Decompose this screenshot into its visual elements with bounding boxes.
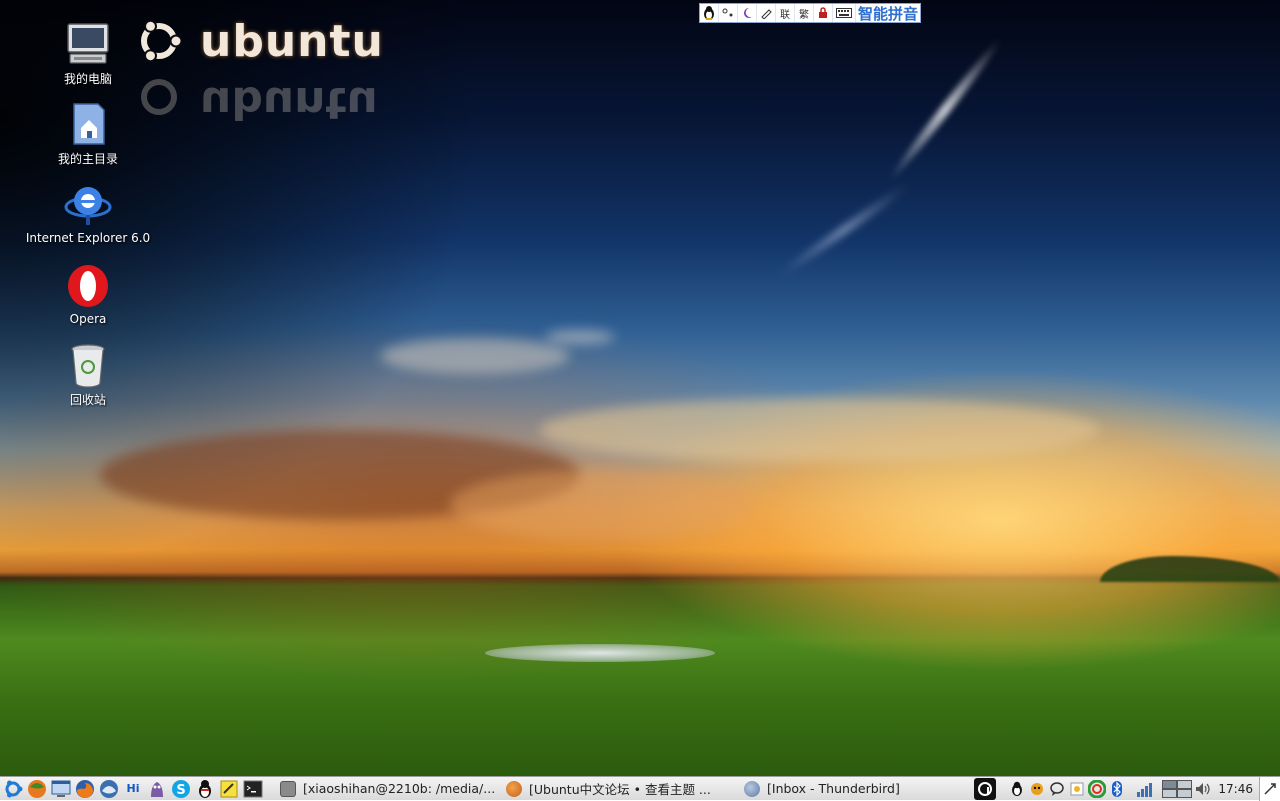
- desktop-wallpaper: ubuntu ubuntu 我的电脑 我的主目录 Internet Explor…: [0, 0, 1280, 776]
- desktop-icon-internet-explorer[interactable]: Internet Explorer 6.0: [13, 181, 163, 245]
- taskbar-window-thunderbird[interactable]: [Inbox - Thunderbird]: [744, 779, 944, 799]
- notes-tray-icon[interactable]: [1068, 780, 1086, 798]
- volume-icon[interactable]: [1194, 780, 1212, 798]
- desktop-icon-label: 回收站: [69, 393, 106, 407]
- firefox-ball-icon[interactable]: [26, 778, 48, 800]
- task-label: [xiaoshihan@2210b: /media/...: [303, 781, 496, 796]
- cloud: [380, 338, 570, 374]
- lock-icon[interactable]: [814, 4, 833, 22]
- cloud-wisp: [776, 180, 912, 280]
- moon-icon[interactable]: [738, 4, 757, 22]
- amarok-icon[interactable]: [974, 778, 997, 800]
- taskbar-window-terminal[interactable]: [xiaoshihan@2210b: /media/...: [280, 779, 498, 799]
- desktop-icon-label: 我的电脑: [63, 72, 112, 86]
- clock[interactable]: 17:46: [1218, 782, 1253, 796]
- signal-icon[interactable]: [1136, 780, 1154, 798]
- svg-text:S: S: [176, 783, 185, 798]
- terminal-window-icon: [280, 780, 296, 797]
- computer-icon: [67, 23, 109, 64]
- cloud: [545, 330, 615, 344]
- terminal-icon[interactable]: [242, 778, 264, 800]
- network-tray-icon[interactable]: [1088, 780, 1107, 798]
- ime-link-button[interactable]: 联: [776, 4, 795, 22]
- taskbar-window-firefox[interactable]: [Ubuntu中文论坛 • 查看主题 ...: [506, 779, 736, 799]
- penguin-icon[interactable]: [700, 4, 719, 22]
- desktop-icon-label: Opera: [69, 312, 107, 326]
- qq-icon[interactable]: [194, 778, 216, 800]
- pidgin-icon[interactable]: [146, 778, 168, 800]
- internet-explorer-icon: [64, 187, 112, 225]
- pond: [485, 644, 715, 662]
- cloud: [540, 398, 1100, 462]
- desktop-icon-my-computer[interactable]: 我的电脑: [13, 20, 163, 87]
- task-label: [Inbox - Thunderbird]: [767, 781, 900, 796]
- tree-line: [1100, 556, 1280, 582]
- system-tray: 17:46: [972, 777, 1280, 801]
- desktop-icon-label: 我的主目录: [57, 152, 118, 166]
- punctuation-icon[interactable]: [719, 4, 738, 22]
- ime-toolbar[interactable]: 联 繁 智能拼音: [699, 3, 921, 23]
- cloud-wisp: [885, 36, 1005, 184]
- ubuntu-logo: ubuntu ubuntu: [130, 14, 390, 128]
- cloud: [450, 470, 750, 540]
- desktop-icon-trash[interactable]: 回收站: [13, 341, 163, 408]
- start-icon[interactable]: [2, 778, 24, 800]
- desktop-icon-opera[interactable]: Opera: [13, 262, 163, 326]
- firefox-window-icon: [506, 780, 522, 797]
- firefox-icon[interactable]: [74, 778, 96, 800]
- skype-icon[interactable]: S: [170, 778, 192, 800]
- ime-traditional-button[interactable]: 繁: [795, 4, 814, 22]
- thunderbird-icon[interactable]: [98, 778, 120, 800]
- corner-resize-icon[interactable]: [1259, 777, 1280, 801]
- home-folder-icon: [73, 103, 105, 145]
- ubuntu-logo-reflection: ubuntu: [130, 72, 390, 128]
- thunderbird-window-icon: [744, 780, 760, 797]
- show-desktop-icon[interactable]: [50, 778, 72, 800]
- taskbar: Hi S [xiaoshihan@2210b: /media/... [Ubun…: [0, 776, 1280, 801]
- workspace-switcher-icon[interactable]: [1162, 780, 1193, 798]
- task-label: [Ubuntu中文论坛 • 查看主题 ...: [529, 782, 711, 797]
- chat-tray-icon[interactable]: [1048, 780, 1066, 798]
- pen-icon[interactable]: [757, 4, 776, 22]
- bluetooth-icon[interactable]: [1108, 780, 1126, 798]
- trash-icon: [71, 344, 105, 388]
- hi-icon[interactable]: Hi: [122, 778, 144, 800]
- opera-icon: [68, 265, 108, 307]
- desktop-icon-home-folder[interactable]: 我的主目录: [13, 100, 163, 167]
- keyboard-icon[interactable]: [833, 4, 856, 22]
- desktop-icon-label: Internet Explorer 6.0: [25, 231, 151, 245]
- qq-tray-icon[interactable]: [1008, 780, 1026, 798]
- ime-name[interactable]: 智能拼音: [856, 3, 920, 24]
- pidgin-tray-icon[interactable]: [1028, 780, 1046, 798]
- notes-icon[interactable]: [218, 778, 240, 800]
- ubuntu-wordmark: ubuntu: [200, 16, 384, 67]
